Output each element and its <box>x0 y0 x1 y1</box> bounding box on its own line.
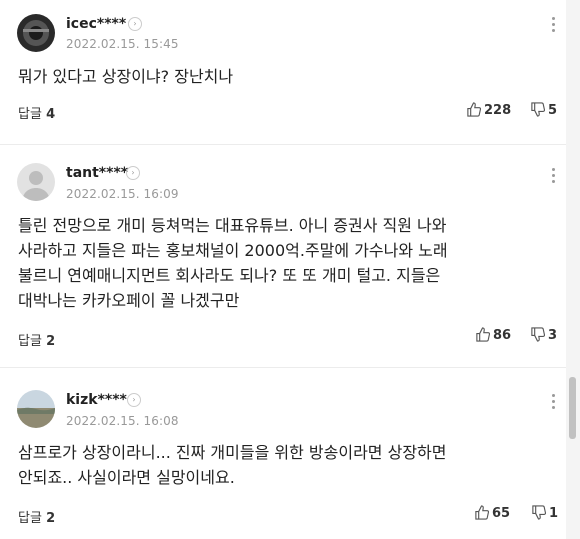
kebab-menu-icon[interactable] <box>548 394 558 414</box>
like-button[interactable]: 228 <box>466 102 511 118</box>
kebab-menu-icon[interactable] <box>548 168 558 188</box>
comment-date: 2022.02.15. 16:08 <box>66 414 179 428</box>
avatar[interactable] <box>17 163 55 201</box>
like-count: 65 <box>492 506 511 521</box>
chevron-right-icon[interactable]: › <box>127 393 141 407</box>
comment-date: 2022.02.15. 15:45 <box>66 37 179 51</box>
dislike-count: 5 <box>548 103 558 118</box>
kebab-menu-icon[interactable] <box>548 17 558 37</box>
reply-count: 2 <box>46 511 56 526</box>
comment-item: icec**** › 2022.02.15. 15:45 뭐가 있다고 상장이냐… <box>0 0 566 145</box>
dislike-count: 1 <box>549 506 559 521</box>
dislike-count: 3 <box>548 328 558 343</box>
comment-text: 뭐가 있다고 상장이냐? 장난치나 <box>18 67 234 86</box>
scrollbar-track[interactable] <box>566 0 580 539</box>
avatar[interactable] <box>17 14 55 52</box>
scrollbar-thumb[interactable] <box>569 377 576 439</box>
reply-button[interactable]: 답글 2 <box>18 330 55 349</box>
thumbs-down-icon <box>531 102 546 117</box>
dislike-button[interactable]: 3 <box>530 327 557 343</box>
comment-text: 삼프로가 상장이라니... 진짜 개미들을 위한 방송이라면 상장하면 안되죠.… <box>18 443 447 487</box>
comment-item: tant**** › 2022.02.15. 16:09 틀린 전망으로 개미 … <box>0 145 566 368</box>
nickname[interactable]: tant**** <box>66 165 128 181</box>
like-button[interactable]: 86 <box>475 327 511 343</box>
thumbs-up-icon <box>475 505 490 520</box>
like-count: 228 <box>484 103 512 118</box>
thumbs-down-icon <box>532 505 547 520</box>
reply-count: 4 <box>46 107 56 122</box>
chevron-right-icon[interactable]: › <box>128 17 142 31</box>
comment-item: kizk**** › 2022.02.15. 16:08 삼프로가 상장이라니.… <box>0 368 566 539</box>
thumbs-up-icon <box>476 327 491 342</box>
thumbs-up-icon <box>467 102 482 117</box>
comment-date: 2022.02.15. 16:09 <box>66 187 179 201</box>
like-button[interactable]: 65 <box>474 505 510 521</box>
like-count: 86 <box>493 328 512 343</box>
avatar[interactable] <box>17 390 55 428</box>
comment-text: 틀린 전망으로 개미 등쳐먹는 대표유튜브. 아니 증권사 직원 나와 사라하고… <box>18 216 448 310</box>
reply-label: 답글 <box>18 107 42 122</box>
reply-label: 답글 <box>18 511 42 526</box>
thumbs-down-icon <box>531 327 546 342</box>
nickname[interactable]: icec**** <box>66 16 126 32</box>
reply-count: 2 <box>46 334 56 349</box>
chevron-right-icon[interactable]: › <box>126 166 140 180</box>
reply-label: 답글 <box>18 334 42 349</box>
reply-button[interactable]: 답글 4 <box>18 103 55 122</box>
nickname[interactable]: kizk**** <box>66 392 127 408</box>
dislike-button[interactable]: 1 <box>531 505 558 521</box>
dislike-button[interactable]: 5 <box>530 102 557 118</box>
reply-button[interactable]: 답글 2 <box>18 507 55 526</box>
